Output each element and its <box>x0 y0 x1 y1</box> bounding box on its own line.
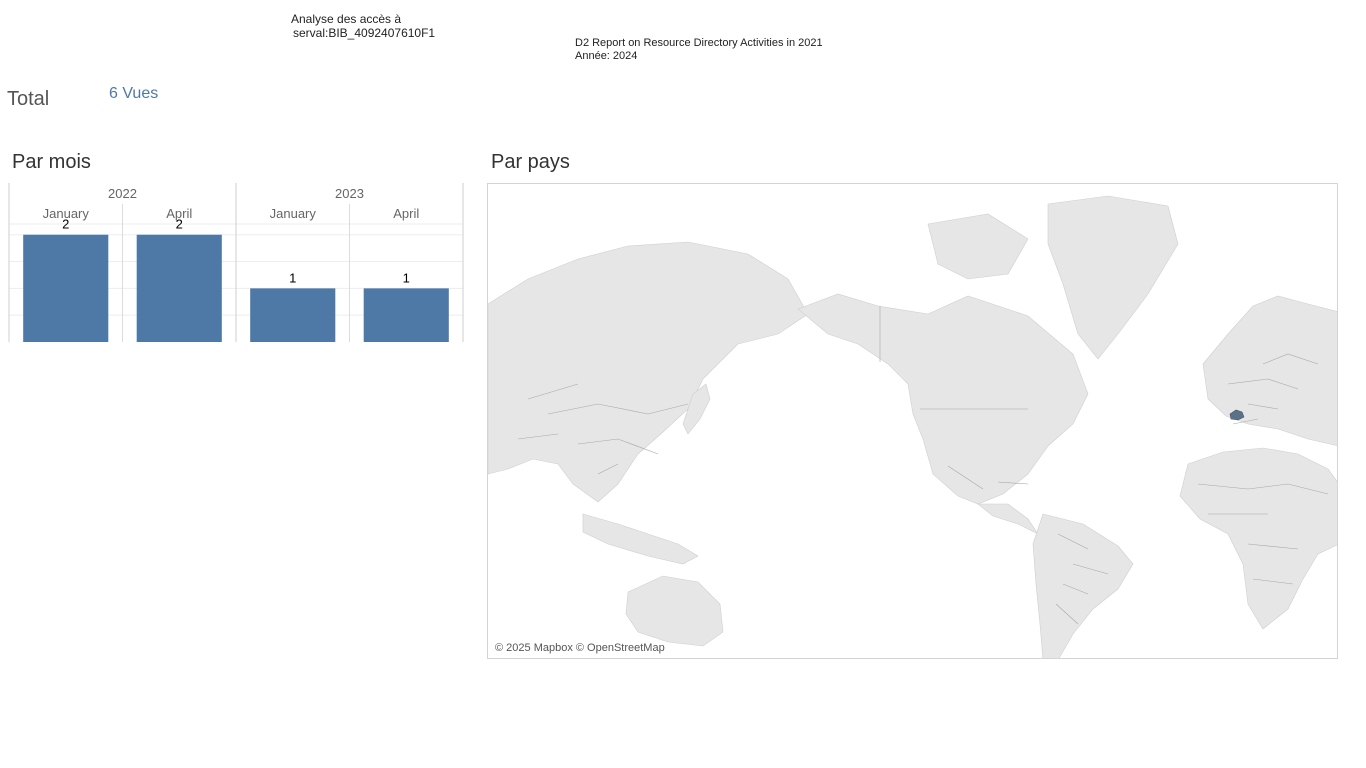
dashboard-page: Analyse des accès à serval:BIB_409240761… <box>0 0 1366 768</box>
total-label: Total <box>7 88 50 110</box>
chart-year-label-2023: 2023 <box>335 186 364 201</box>
header-title: Analyse des accès à serval:BIB_409240761… <box>291 12 435 40</box>
monthly-bar-chart-svg[interactable]: 2022 2023January2April2January1April1 <box>8 183 464 345</box>
map-land-se-asia <box>582 513 699 565</box>
chart-data-label-0: 2 <box>62 217 69 232</box>
chart-bar-3[interactable] <box>363 288 449 342</box>
map-land-europe <box>1202 295 1337 446</box>
monthly-bar-chart[interactable]: 2022 2023 January 2 April 2 January 1 April 1 <box>8 183 464 345</box>
chart-data-label-2: 1 <box>289 270 296 285</box>
map-land-africa <box>1179 447 1337 630</box>
total-value[interactable]: 6 Vues <box>109 85 158 103</box>
chart-data-label-3: 1 <box>403 270 410 285</box>
section-title-by-month: Par mois <box>12 151 91 173</box>
header-title-line2: serval:BIB_4092407610F1 <box>293 26 436 40</box>
map-land-central-america <box>977 503 1039 535</box>
chart-bar-0[interactable] <box>23 234 109 342</box>
chart-data-label-1: 2 <box>176 217 183 232</box>
chart-month-label-2: January <box>270 206 317 221</box>
report-year: Année: 2024 <box>575 50 638 62</box>
chart-bar-1[interactable] <box>136 234 222 342</box>
map-land-australia <box>625 575 724 647</box>
map-land-greenland <box>1047 195 1179 360</box>
chart-year-label-2022: 2022 <box>108 186 137 201</box>
country-map[interactable]: © 2025 Mapbox © OpenStreetMap <box>487 183 1338 659</box>
map-land-asia <box>488 241 809 503</box>
world-map-svg[interactable] <box>488 184 1338 659</box>
chart-month-label-3: April <box>393 206 419 221</box>
header-title-line1: Analyse des accès à <box>291 12 402 26</box>
chart-bar-2[interactable] <box>250 288 336 342</box>
report-name: D2 Report on Resource Directory Activiti… <box>575 37 823 49</box>
section-title-by-country: Par pays <box>491 151 570 173</box>
map-land-south-america <box>1032 513 1134 658</box>
map-land-north-america <box>797 293 1089 505</box>
map-land-arctic-islands <box>927 213 1029 280</box>
report-info: D2 Report on Resource Directory Activiti… <box>575 37 823 63</box>
map-attribution[interactable]: © 2025 Mapbox © OpenStreetMap <box>495 642 665 654</box>
